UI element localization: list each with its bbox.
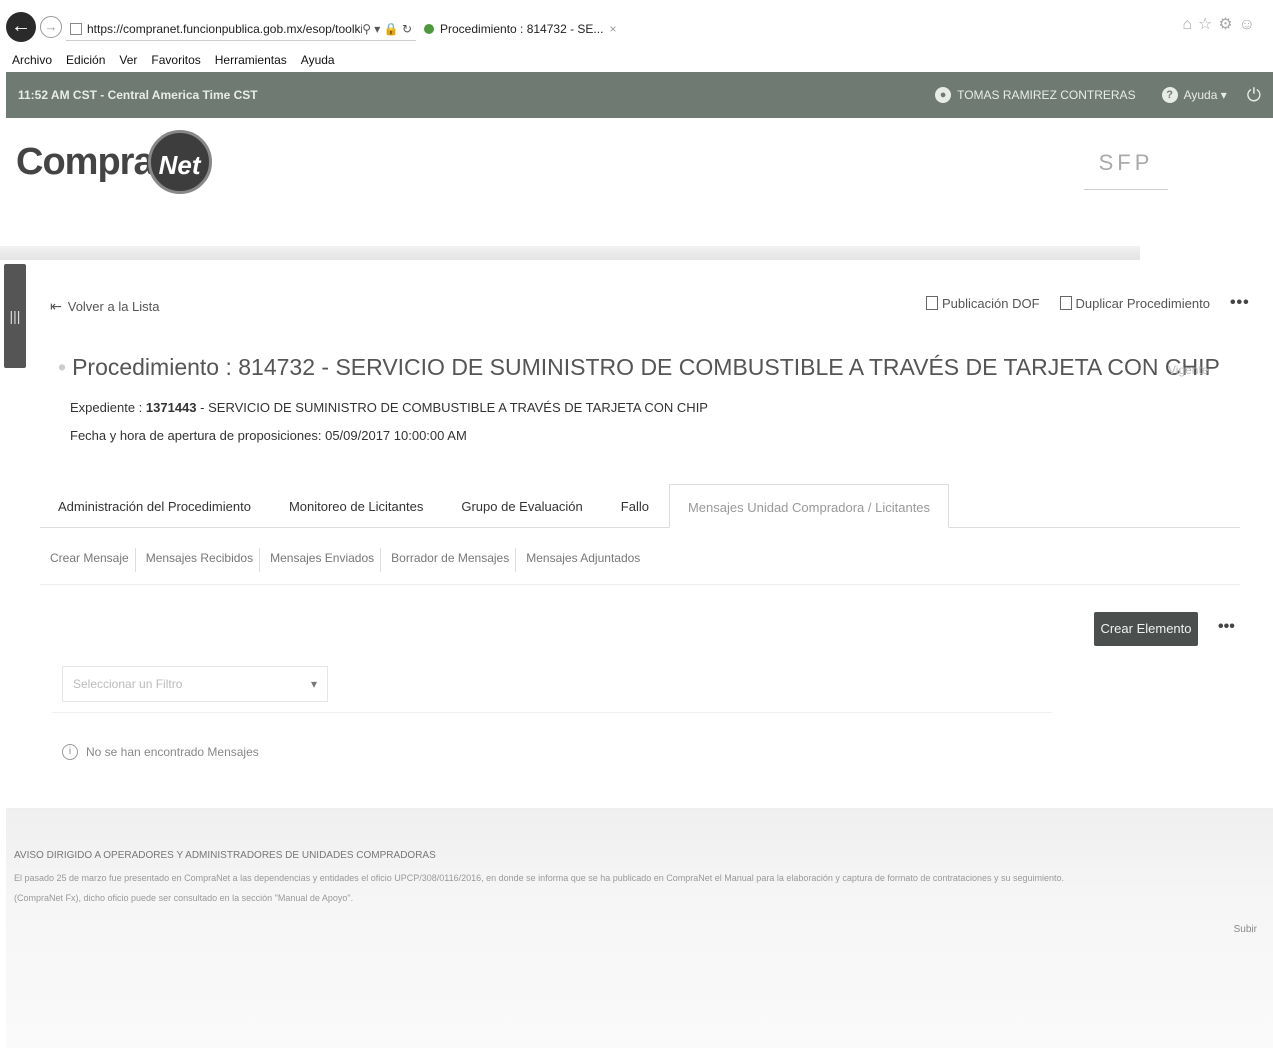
tab-mensajes[interactable]: Mensajes Unidad Compradora / Licitantes <box>668 484 950 528</box>
url-text[interactable]: https://compranet.funcionpublica.gob.mx/… <box>87 22 362 36</box>
tab-close-icon[interactable]: × <box>609 22 616 36</box>
more-actions-icon[interactable]: ••• <box>1218 618 1235 636</box>
tab-grupo-evaluacion[interactable]: Grupo de Evaluación <box>443 484 600 527</box>
tab-fallo[interactable]: Fallo <box>603 484 667 527</box>
app-top-strip: 11:52 AM CST - Central America Time CST … <box>6 72 1273 118</box>
subtab-crear-mensaje[interactable]: Crear Mensaje <box>40 548 136 572</box>
back-arrow-icon: ⇤ <box>50 298 62 314</box>
chevron-down-icon: ▾ <box>310 677 317 691</box>
expediente-description: - SERVICIO DE SUMINISTRO DE COMBUSTIBLE … <box>200 400 708 415</box>
procedure-title: Procedimiento : 814732 - SERVICIO DE SUM… <box>72 354 1220 380</box>
tab-administracion[interactable]: Administración del Procedimiento <box>40 484 269 527</box>
document-icon <box>926 296 938 310</box>
expediente-number[interactable]: 1371443 <box>146 400 197 415</box>
filter-placeholder: Seleccionar un Filtro <box>73 677 183 691</box>
menu-ver[interactable]: Ver <box>119 50 137 70</box>
expediente-label: Expediente : <box>70 400 143 415</box>
notice-body: El pasado 25 de marzo fue presentado en … <box>14 868 1254 908</box>
subtab-borrador[interactable]: Borrador de Mensajes <box>381 548 517 572</box>
logo-text: Compra <box>16 140 155 183</box>
user-icon: ● <box>935 87 952 103</box>
more-options-icon[interactable]: ••• <box>1230 294 1250 312</box>
subtab-mensajes-enviados[interactable]: Mensajes Enviados <box>260 548 382 572</box>
side-panel-handle-icon[interactable]: ||| <box>4 264 26 368</box>
duplicate-icon <box>1059 296 1072 310</box>
forward-arrow-icon[interactable]: → <box>40 16 62 38</box>
status-badge: Vigente <box>1168 363 1209 377</box>
compranet-logo[interactable]: Compra Net <box>16 130 212 194</box>
browser-chrome: ← → https://compranet.funcionpublica.gob… <box>0 0 1273 48</box>
tab-title: Procedimiento : 814732 - SE... <box>440 22 604 36</box>
tab-monitoreo[interactable]: Monitoreo de Licitantes <box>271 484 441 527</box>
timezone-clock: 11:52 AM CST - Central America Time CST <box>18 88 258 102</box>
publicacion-dof-button[interactable]: Publicación DOF <box>926 296 1040 311</box>
notice-line: El pasado 25 de marzo fue presentado en … <box>14 873 1064 883</box>
menu-favoritos[interactable]: Favoritos <box>151 50 200 70</box>
procedure-toolbar: Publicación DOF Duplicar Procedimiento •… <box>926 294 1250 312</box>
menu-herramientas[interactable]: Herramientas <box>215 50 287 70</box>
header-divider <box>0 246 1140 260</box>
scroll-up-link[interactable]: Subir <box>1234 924 1257 935</box>
address-bar[interactable]: https://compranet.funcionpublica.gob.mx/… <box>66 17 416 41</box>
globe-logo-icon: Net <box>147 130 212 194</box>
crear-elemento-button[interactable]: Crear Elemento <box>1094 612 1198 646</box>
sfp-logo: SFP <box>1084 150 1168 190</box>
logout-power-icon[interactable]: ⏻ <box>1247 85 1261 106</box>
expediente-line: Expediente : 1371443 - SERVICIO DE SUMIN… <box>70 400 708 415</box>
user-menu[interactable]: ● TOMAS RAMIREZ CONTRERAS <box>935 87 1136 103</box>
menu-edicion[interactable]: Edición <box>66 50 105 70</box>
filter-divider <box>52 712 1052 713</box>
message-subtabs: Crear Mensaje Mensajes Recibidos Mensaje… <box>40 548 1240 572</box>
title-bullet-icon: • <box>58 354 67 380</box>
browser-tab[interactable]: Procedimiento : 814732 - SE... × <box>420 17 616 41</box>
duplicar-procedimiento-button[interactable]: Duplicar Procedimiento <box>1059 295 1210 311</box>
favicon-icon <box>424 24 434 34</box>
publicacion-dof-label: Publicación DOF <box>942 295 1040 311</box>
apertura-date: Fecha y hora de apertura de proposicione… <box>70 428 467 443</box>
help-icon: ? <box>1161 87 1178 103</box>
menu-archivo[interactable]: Archivo <box>12 50 52 70</box>
user-name: TOMAS RAMIREZ CONTRERAS <box>957 88 1136 102</box>
back-arrow-icon[interactable]: ← <box>6 12 36 42</box>
back-to-list-link[interactable]: ⇤ Volver a la Lista <box>50 298 160 315</box>
subtab-divider <box>40 584 1240 585</box>
menu-bar: Archivo Edición Ver Favoritos Herramient… <box>0 50 1273 70</box>
procedure-tabs: Administración del Procedimiento Monitor… <box>40 484 1240 528</box>
browser-tools-icons[interactable]: ⌂☆⚙☺ <box>1182 14 1261 34</box>
menu-ayuda[interactable]: Ayuda <box>301 50 335 70</box>
subtab-mensajes-recibidos[interactable]: Mensajes Recibidos <box>136 548 261 572</box>
page-footer: AVISO DIRIGIDO A OPERADORES Y ADMINISTRA… <box>6 808 1273 1048</box>
duplicar-procedimiento-label: Duplicar Procedimiento <box>1075 295 1210 311</box>
page-icon <box>70 22 82 35</box>
info-icon: i <box>62 744 78 760</box>
help-label: Ayuda ▾ <box>1183 88 1227 102</box>
page-title: • Procedimiento : 814732 - SERVICIO DE SU… <box>58 354 1220 381</box>
subtab-adjuntados[interactable]: Mensajes Adjuntados <box>516 548 646 572</box>
back-to-list-label: Volver a la Lista <box>67 299 160 314</box>
notice-title: AVISO DIRIGIDO A OPERADORES Y ADMINISTRA… <box>14 850 436 861</box>
notice-line: (CompraNet Fx), dicho oficio puede ser c… <box>14 893 354 903</box>
empty-state: i No se han encontrado Mensajes <box>62 744 259 760</box>
address-tools-icons[interactable]: ⚲ ▾ 🔒 ↻ <box>362 22 416 36</box>
help-menu[interactable]: ? Ayuda ▾ <box>1161 87 1227 103</box>
filter-select[interactable]: Seleccionar un Filtro ▾ <box>62 666 328 702</box>
empty-message: No se han encontrado Mensajes <box>86 745 259 759</box>
